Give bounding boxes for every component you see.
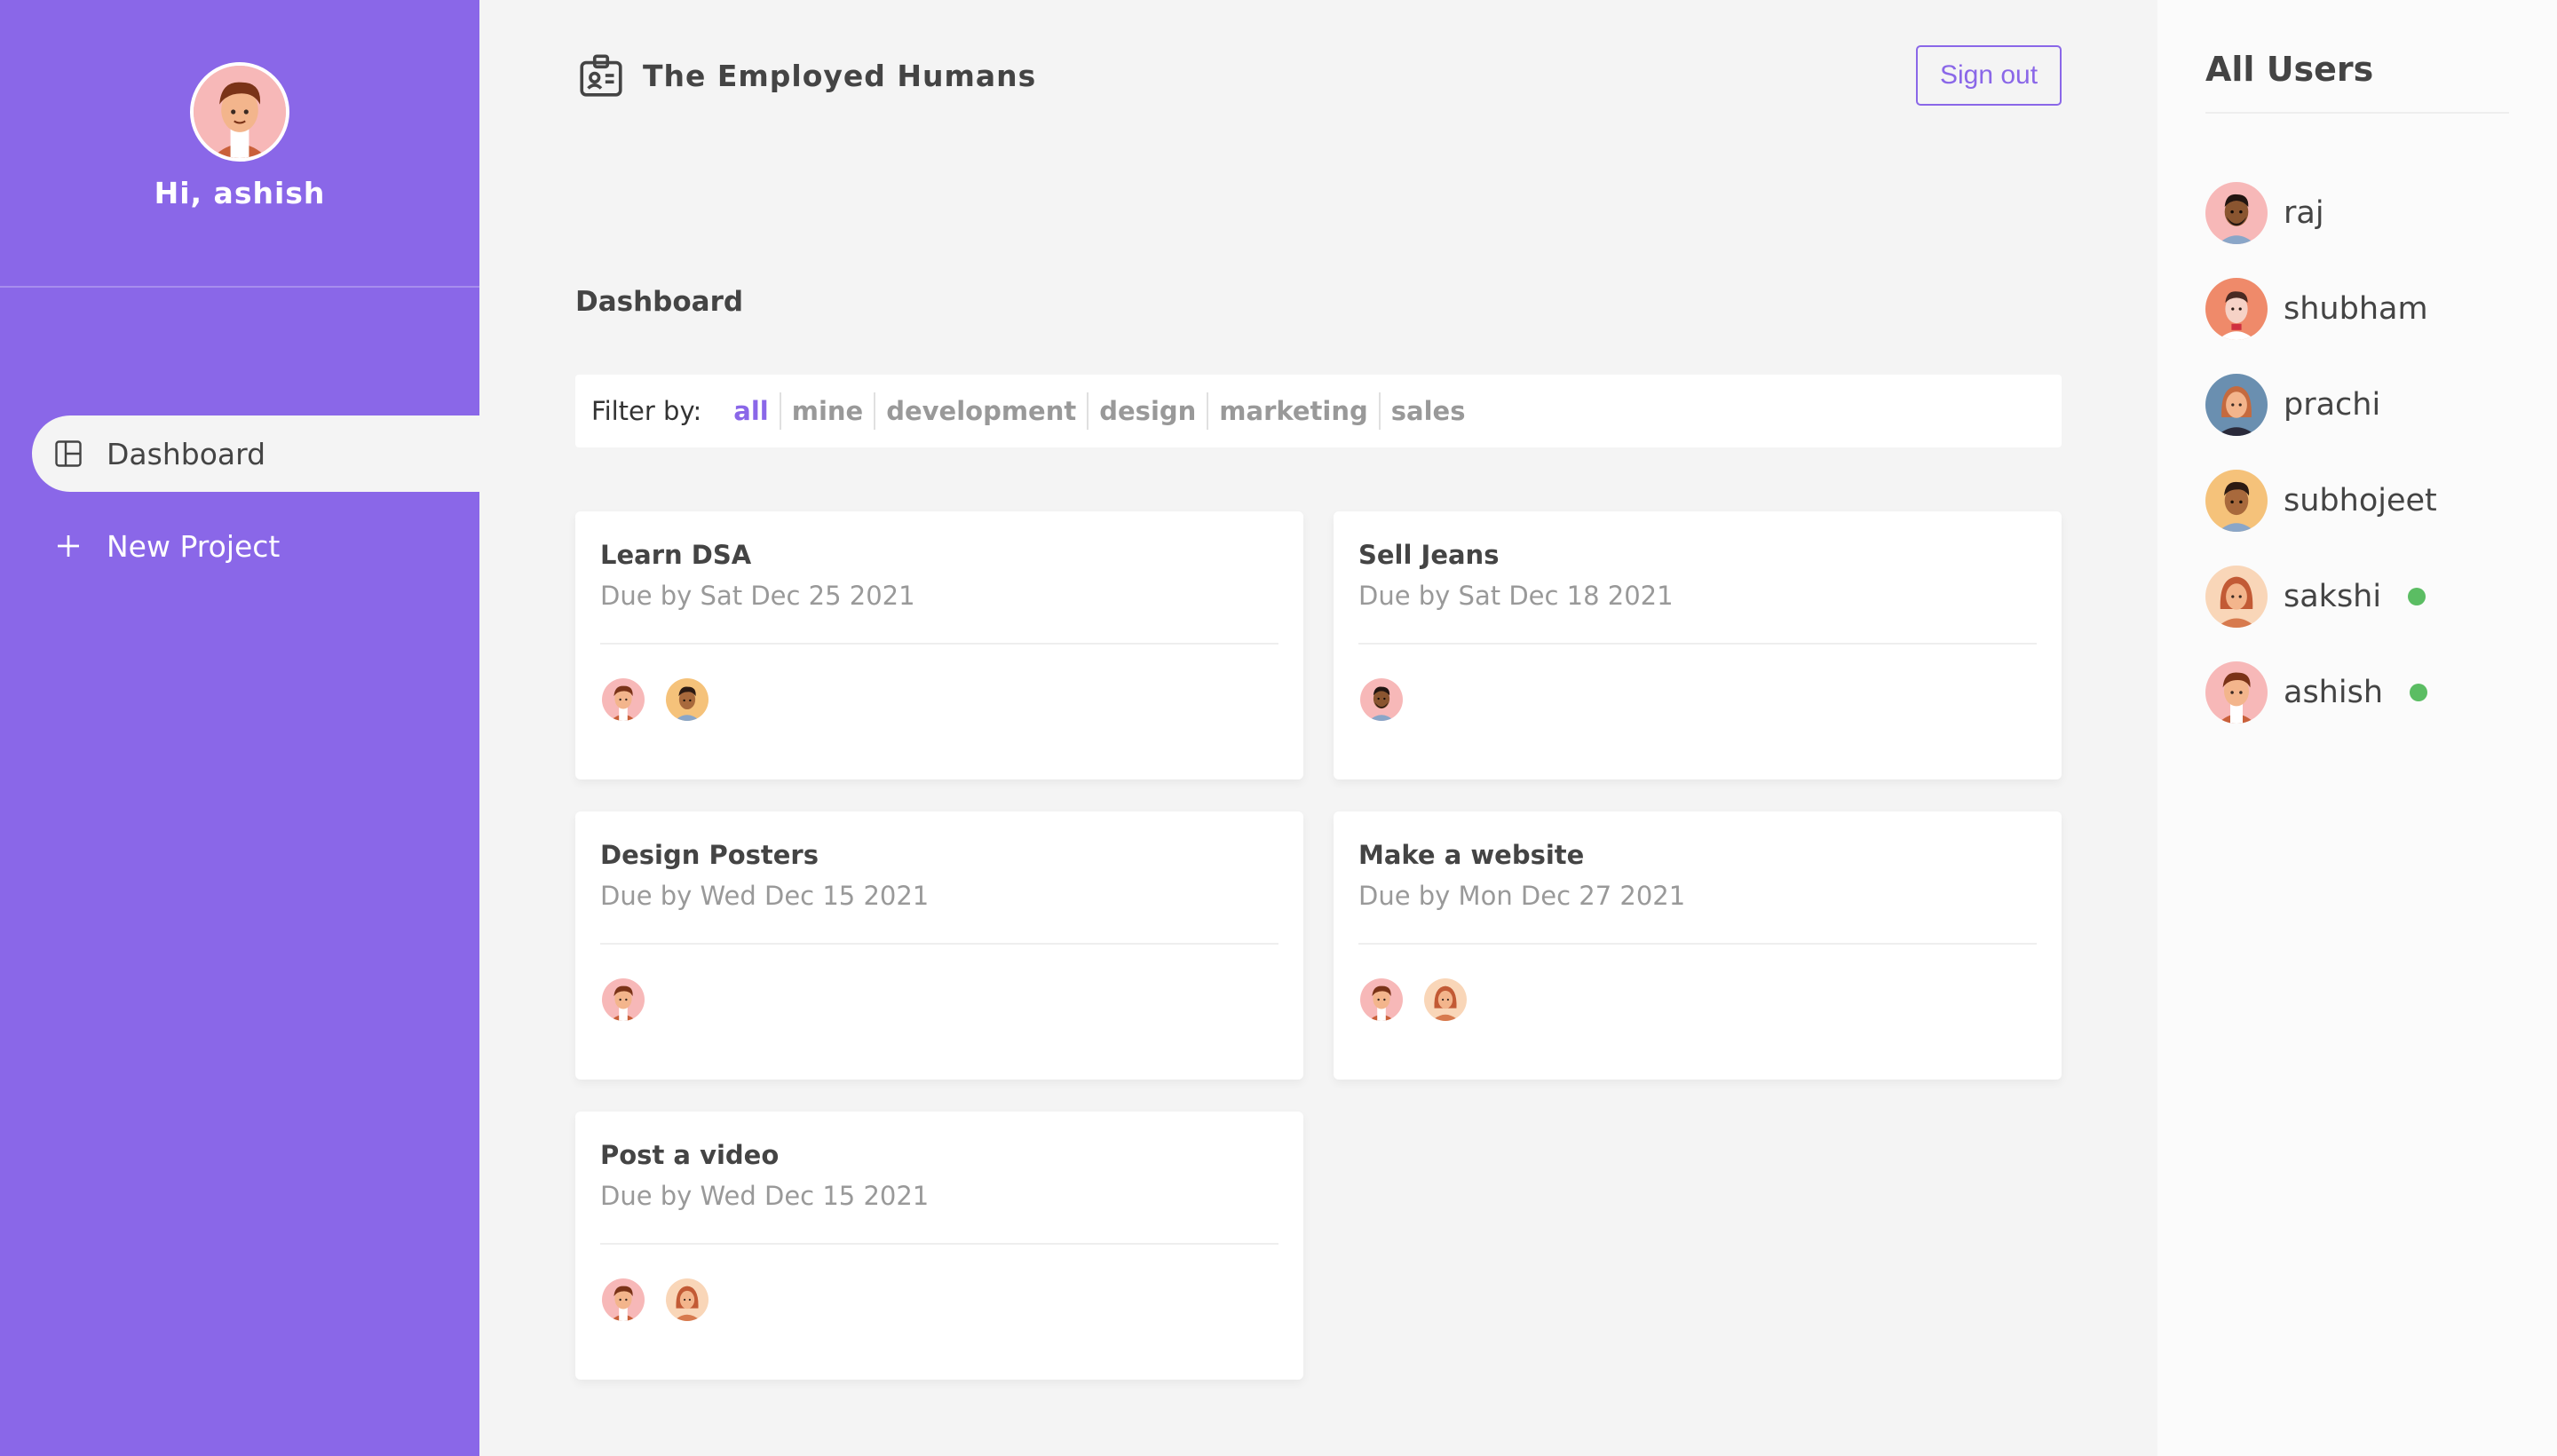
assignee-avatar-raj: [1358, 677, 1405, 723]
avatar: [2205, 566, 2268, 628]
assignee-list: [600, 977, 1278, 1023]
brand: The Employed Humans: [575, 50, 1036, 101]
project-title: Learn DSA: [600, 540, 752, 570]
app: Hi, ashish Dashboard New Project The Emp…: [0, 0, 2557, 1456]
project-grid: Learn DSA Due by Sat Dec 25 2021 Sell Je…: [575, 511, 2062, 1380]
divider: [2205, 112, 2509, 114]
project-due-date: Due by Wed Dec 15 2021: [600, 1181, 930, 1211]
sign-out-button[interactable]: Sign out: [1916, 45, 2062, 106]
project-due-date: Due by Sat Dec 25 2021: [600, 581, 915, 611]
divider: [600, 1243, 1278, 1245]
users-panel-title: All Users: [2205, 50, 2374, 89]
project-due-date: Due by Wed Dec 15 2021: [600, 881, 930, 911]
avatar-ashish-icon: [194, 66, 286, 158]
divider: [600, 643, 1278, 645]
user-name: raj: [2284, 195, 2324, 231]
user-name: prachi: [2284, 387, 2381, 423]
project-title: Post a video: [600, 1140, 780, 1170]
assignee-list: [600, 677, 1278, 723]
online-status-dot: [2410, 684, 2428, 701]
id-badge-icon: [575, 50, 627, 101]
current-user-avatar: [190, 62, 289, 162]
app-name: The Employed Humans: [643, 58, 1037, 93]
sidebar-user: Hi, ashish: [0, 0, 479, 288]
filter-option-marketing[interactable]: marketing: [1208, 392, 1381, 430]
filter-option-development[interactable]: development: [875, 392, 1089, 430]
avatar: [2205, 661, 2268, 724]
filter-bar: Filter by: all mine development design m…: [575, 375, 2062, 447]
divider: [1358, 643, 2037, 645]
avatar: [2205, 374, 2268, 436]
assignee-list: [600, 1277, 1278, 1323]
assignee-avatar-ashish: [600, 1277, 646, 1323]
users-panel: All Users raj shubham prachi subhojeet s…: [2157, 0, 2557, 1456]
user-name: subhojeet: [2284, 483, 2437, 518]
page-title: Dashboard: [575, 286, 744, 318]
divider: [600, 943, 1278, 945]
filter-option-mine[interactable]: mine: [781, 392, 876, 430]
topbar: The Employed Humans Sign out: [575, 44, 2062, 107]
user-item-sakshi[interactable]: sakshi: [2205, 565, 2437, 629]
users-list: raj shubham prachi subhojeet sakshi ashi…: [2205, 181, 2437, 756]
project-card[interactable]: Sell Jeans Due by Sat Dec 18 2021: [1334, 511, 2062, 779]
project-card[interactable]: Post a video Due by Wed Dec 15 2021: [575, 1112, 1303, 1380]
project-title: Sell Jeans: [1358, 540, 1500, 570]
project-card[interactable]: Make a website Due by Mon Dec 27 2021: [1334, 811, 2062, 1080]
project-card[interactable]: Design Posters Due by Wed Dec 15 2021: [575, 811, 1303, 1080]
assignee-avatar-ashish: [1358, 977, 1405, 1023]
assignee-avatar-sakshi: [1422, 977, 1468, 1023]
project-title: Make a website: [1358, 840, 1585, 870]
avatar: [2205, 278, 2268, 340]
filter-option-sales[interactable]: sales: [1381, 392, 1476, 430]
sidebar-item-label: New Project: [107, 528, 281, 564]
main-content: The Employed Humans Sign out Dashboard F…: [479, 0, 2157, 1456]
greeting: Hi, ashish: [154, 176, 326, 210]
sidebar-item-label: Dashboard: [107, 436, 266, 471]
user-name: sakshi: [2284, 579, 2382, 614]
user-item-shubham[interactable]: shubham: [2205, 277, 2437, 341]
filter-option-design[interactable]: design: [1089, 392, 1209, 430]
assignee-list: [1358, 977, 2037, 1023]
sidebar-item-dashboard[interactable]: Dashboard: [32, 415, 479, 492]
project-due-date: Due by Sat Dec 18 2021: [1358, 581, 1674, 611]
assignee-list: [1358, 677, 2037, 723]
sidebar: Hi, ashish Dashboard New Project: [0, 0, 479, 1456]
user-item-ashish[interactable]: ashish: [2205, 661, 2437, 724]
user-name: ashish: [2284, 675, 2384, 710]
assignee-avatar-subhojeet: [664, 677, 710, 723]
online-status-dot: [2408, 588, 2426, 605]
filter-option-all[interactable]: all: [723, 392, 781, 430]
project-title: Design Posters: [600, 840, 819, 870]
dashboard-icon: [51, 437, 85, 471]
user-item-raj[interactable]: raj: [2205, 181, 2437, 245]
divider: [1358, 943, 2037, 945]
assignee-avatar-ashish: [600, 677, 646, 723]
user-item-prachi[interactable]: prachi: [2205, 373, 2437, 437]
filter-label: Filter by:: [591, 396, 702, 426]
avatar: [2205, 182, 2268, 244]
project-card[interactable]: Learn DSA Due by Sat Dec 25 2021: [575, 511, 1303, 779]
sidebar-nav: Dashboard New Project: [0, 415, 479, 584]
plus-icon: [51, 529, 85, 563]
assignee-avatar-sakshi: [664, 1277, 710, 1323]
sidebar-item-new-project[interactable]: New Project: [32, 508, 479, 584]
project-due-date: Due by Mon Dec 27 2021: [1358, 881, 1686, 911]
user-name: shubham: [2284, 291, 2428, 327]
assignee-avatar-ashish: [600, 977, 646, 1023]
user-item-subhojeet[interactable]: subhojeet: [2205, 469, 2437, 533]
avatar: [2205, 470, 2268, 532]
